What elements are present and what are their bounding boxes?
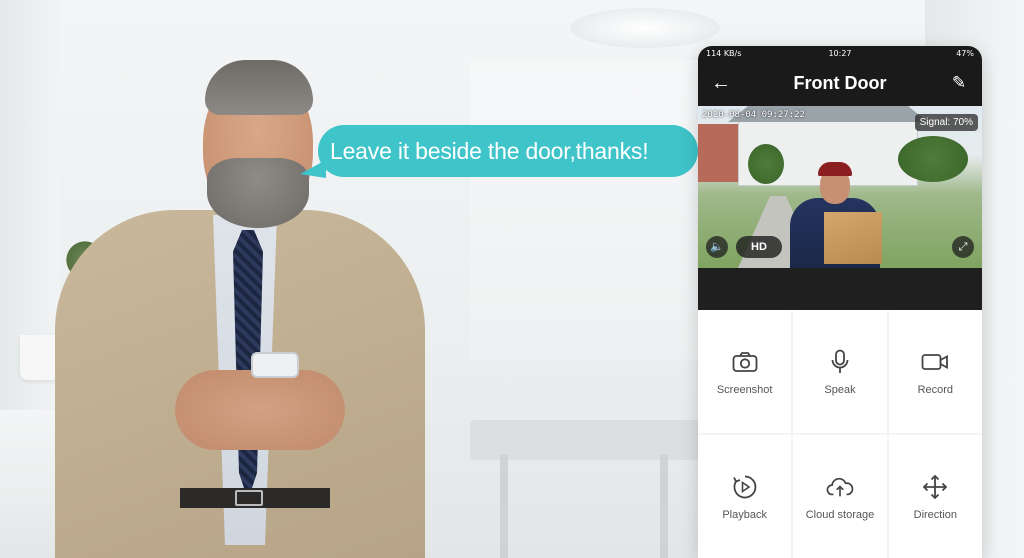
speech-bubble: Leave it beside the door,thanks!	[318, 125, 698, 177]
status-bar: 114 KB/s 10:27 47%	[698, 46, 982, 62]
ceiling-lamp	[570, 8, 720, 48]
edit-pencil-icon[interactable]: ✎	[948, 72, 970, 94]
screenshot-button[interactable]: Screenshot	[698, 310, 792, 433]
control-label: Playback	[722, 508, 767, 521]
record-button[interactable]: Record	[888, 310, 982, 433]
hair	[205, 60, 313, 115]
cloud-storage-button[interactable]: Cloud storage	[793, 435, 887, 558]
hands	[175, 370, 345, 450]
background-window	[470, 60, 700, 360]
video-bottom-bar	[698, 268, 982, 310]
delivery-cap	[818, 162, 852, 176]
status-time: 10:27	[828, 49, 852, 58]
neighbor-house	[698, 124, 738, 182]
bush	[898, 136, 968, 182]
live-video-feed[interactable]: 2020-08-04 09:27:22 Signal: 70% 🔈 HD ⤢	[698, 106, 982, 268]
control-grid: Screenshot Speak Record Playback Cloud s…	[698, 310, 982, 558]
control-label: Screenshot	[716, 383, 773, 396]
page-title: Front Door	[793, 73, 887, 93]
control-label: Cloud storage	[805, 508, 875, 521]
background-table	[470, 420, 700, 460]
direction-button[interactable]: Direction	[888, 435, 982, 558]
video-record-icon	[921, 348, 949, 376]
app-bar: ← Front Door ✎	[698, 62, 982, 106]
table-leg	[660, 455, 668, 558]
fullscreen-icon[interactable]: ⤢	[952, 236, 974, 258]
speaker-icon[interactable]: 🔈	[706, 236, 728, 258]
playback-button[interactable]: Playback	[698, 435, 792, 558]
speak-button[interactable]: Speak	[793, 310, 887, 433]
camera-icon	[731, 348, 759, 376]
control-label: Record	[917, 383, 954, 396]
control-label: Speak	[824, 383, 856, 396]
direction-arrows-icon	[921, 473, 949, 501]
beard	[207, 158, 309, 228]
background-scene: Leave it beside the door,thanks! 114 KB/…	[0, 0, 1024, 558]
man-with-phone	[55, 40, 435, 558]
package-box	[824, 212, 882, 264]
table-leg	[500, 455, 508, 558]
control-label: Direction	[913, 508, 958, 521]
handheld-phone	[251, 352, 299, 378]
video-timestamp: 2020-08-04 09:27:22	[702, 110, 805, 120]
microphone-icon	[826, 348, 854, 376]
cup	[20, 335, 60, 380]
hd-quality-button[interactable]: HD	[736, 236, 782, 258]
battery-level: 47%	[956, 49, 974, 58]
cloud-upload-icon	[826, 473, 854, 501]
playback-icon	[731, 473, 759, 501]
signal-badge: Signal: 70%	[914, 114, 978, 131]
belt-buckle	[235, 490, 263, 506]
doorbell-app-screen: 114 KB/s 10:27 47% ← Front Door ✎ 2020-0…	[698, 46, 982, 558]
bush	[748, 144, 784, 184]
